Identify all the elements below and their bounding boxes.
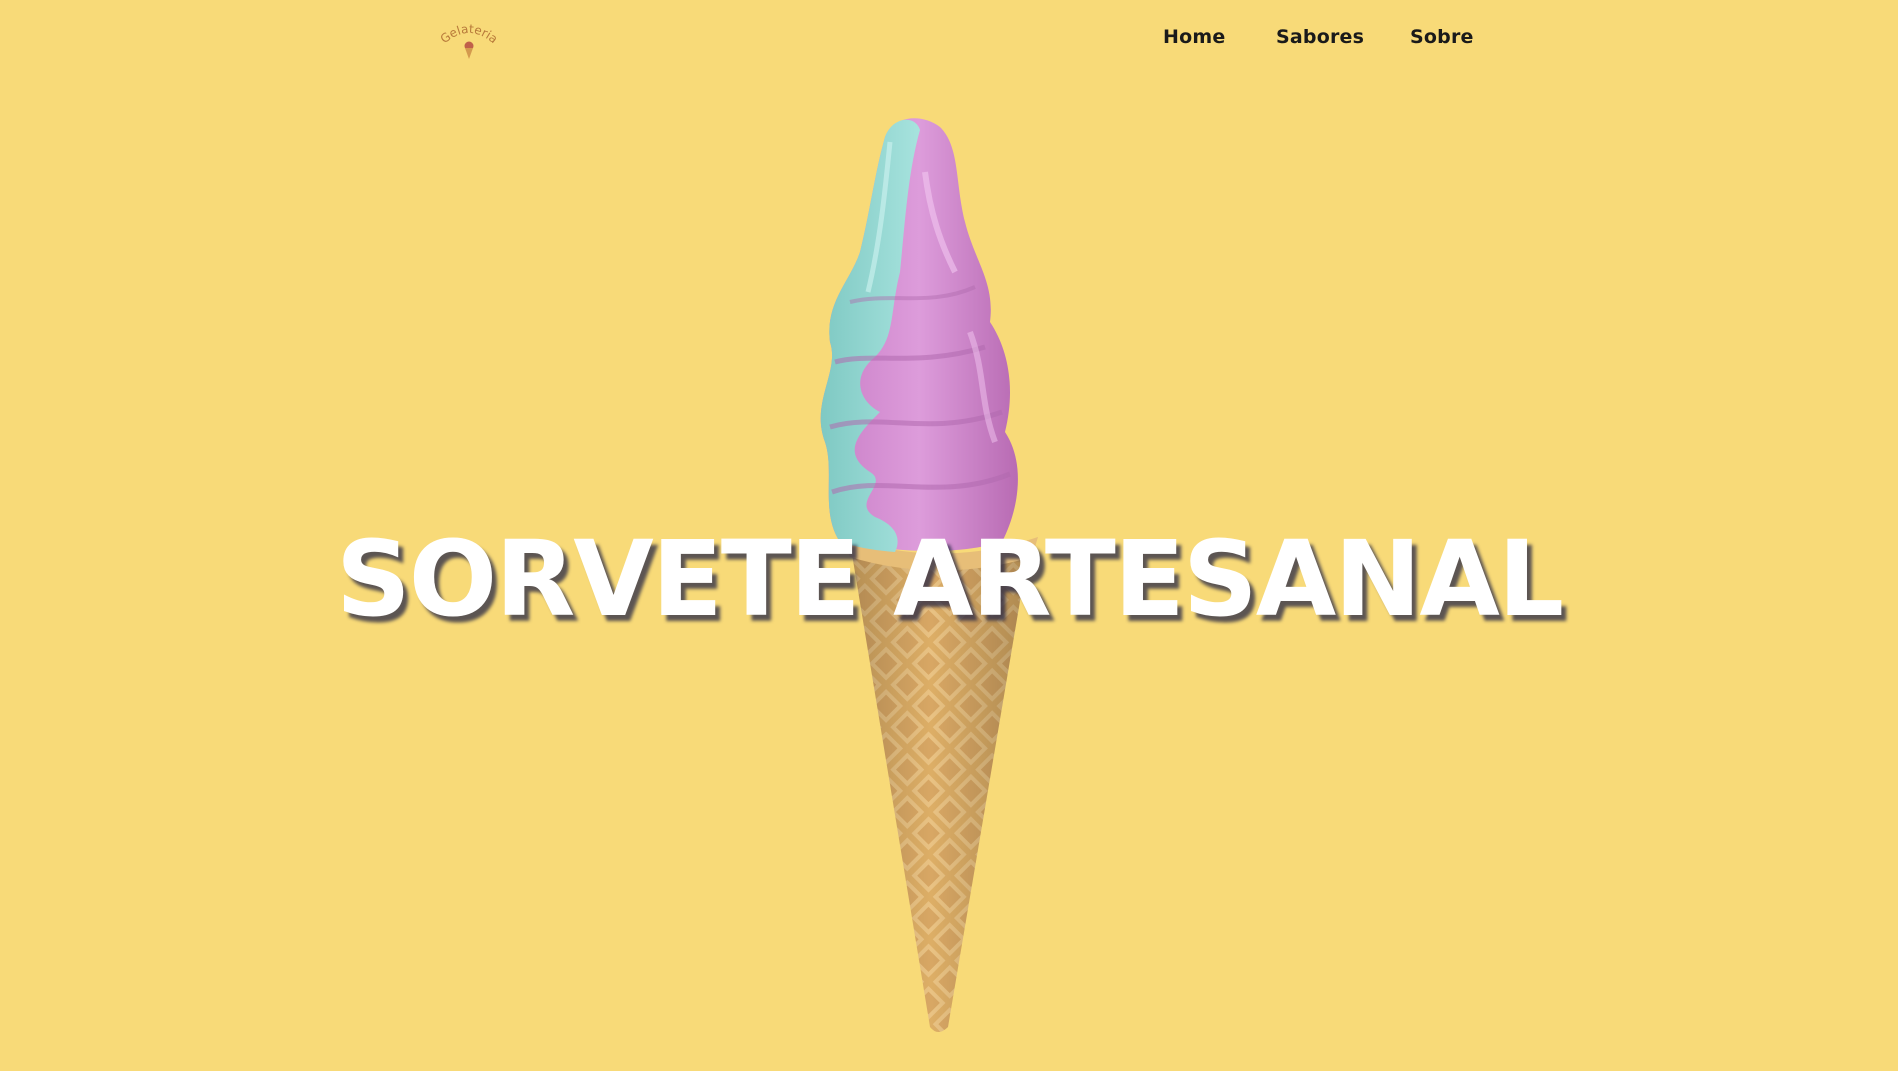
- nav-link-sobre[interactable]: Sobre: [1410, 26, 1474, 48]
- soft-serve-swirl: [820, 118, 1018, 553]
- nav-link-home[interactable]: Home: [1163, 26, 1225, 48]
- ice-cream-icon: [464, 41, 474, 59]
- gelateria-logo[interactable]: Gelateria: [436, 16, 502, 62]
- nav-link-sabores[interactable]: Sabores: [1276, 26, 1364, 48]
- page: Gelateria Home Sabores Sobre SORVETE ART…: [0, 0, 1898, 1071]
- hero-title: SORVETE ARTESANAL: [335, 518, 1564, 640]
- gelateria-logo-graphic: Gelateria: [438, 22, 500, 59]
